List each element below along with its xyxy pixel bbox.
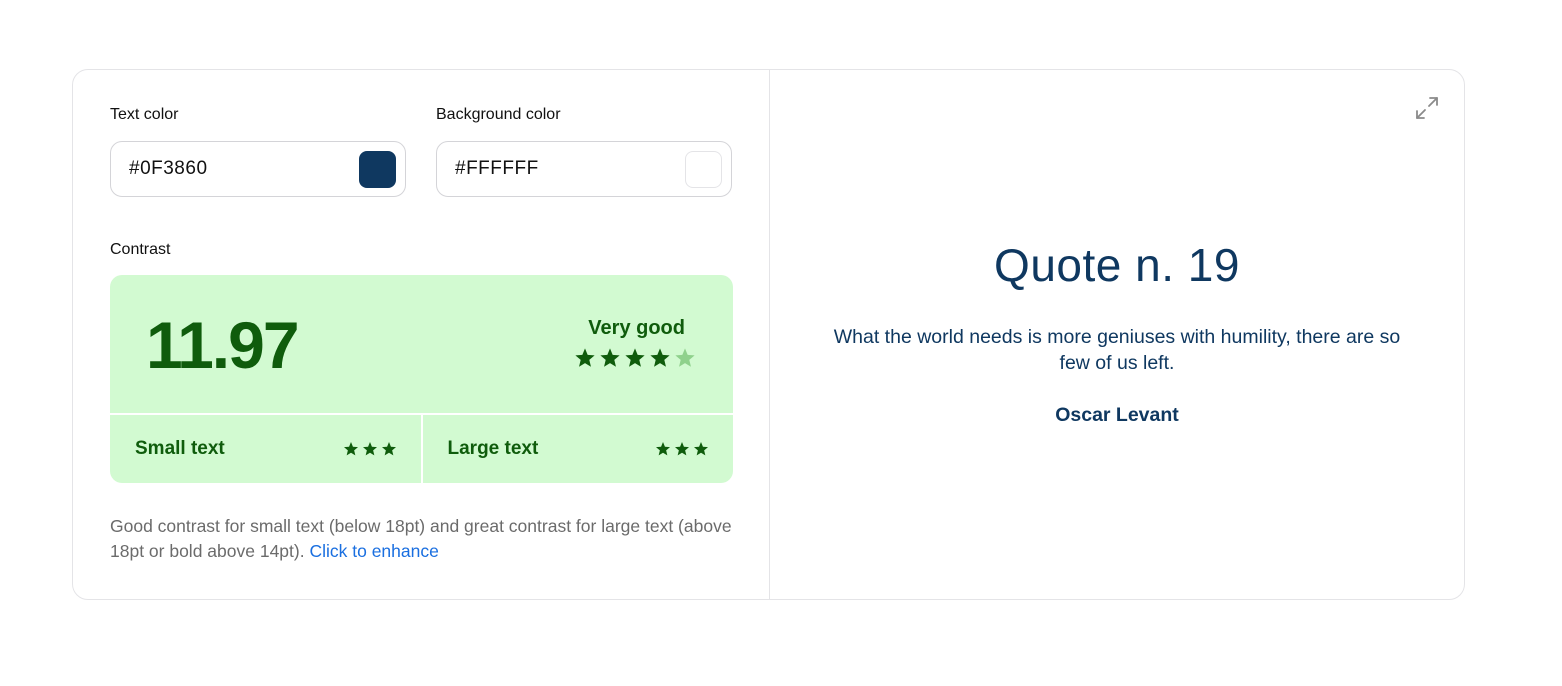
small-text-stars xyxy=(343,441,397,457)
rating-filled-star-icon xyxy=(575,348,595,367)
background-color-swatch[interactable] xyxy=(685,150,722,188)
rating-empty-star-icon xyxy=(675,348,695,367)
contrast-label: Contrast xyxy=(110,241,171,258)
expand-icon[interactable] xyxy=(1414,95,1440,121)
enhance-link[interactable]: Click to enhance xyxy=(309,541,438,561)
text-color-input-wrapper xyxy=(110,141,406,197)
large-text-rating: Large text xyxy=(422,415,733,483)
text-color-swatch[interactable] xyxy=(359,150,396,188)
large-text-label: Large text xyxy=(447,438,539,459)
contrast-summary: 11.97 Very good xyxy=(110,275,733,413)
contrast-checker-card: Text color Background color Contrast 11.… xyxy=(72,69,1465,600)
contrast-result: 11.97 Very good Small text Large text xyxy=(110,275,733,483)
rating-filled-star-icon xyxy=(600,348,620,367)
preview-panel: Quote n. 19 What the world needs is more… xyxy=(770,70,1464,599)
contrast-rating: Very good xyxy=(588,317,685,339)
quote-title: Quote n. 19 xyxy=(994,239,1240,291)
quote-author: Oscar Levant xyxy=(1055,404,1179,426)
text-color-input[interactable] xyxy=(127,157,331,181)
text-color-field: Text color xyxy=(110,106,406,197)
large-text-filled-star-icon xyxy=(675,442,689,456)
contrast-rating-stars xyxy=(574,347,696,369)
contrast-ratio: 11.97 xyxy=(146,308,300,382)
small-text-rating: Small text xyxy=(110,415,421,483)
small-text-filled-star-icon xyxy=(362,442,377,456)
small-text-filled-star-icon xyxy=(343,442,358,456)
contrast-breakdown: Small text Large text xyxy=(110,415,733,483)
controls-panel: Text color Background color Contrast 11.… xyxy=(73,70,770,599)
large-text-stars xyxy=(655,441,709,457)
background-color-label: Background color xyxy=(436,106,561,123)
quote-text: What the world needs is more geniuses wi… xyxy=(833,326,1401,374)
small-text-filled-star-icon xyxy=(381,442,396,456)
color-fields: Text color Background color xyxy=(110,106,733,197)
small-text-label: Small text xyxy=(135,438,225,459)
rating-filled-star-icon xyxy=(650,348,670,367)
rating-filled-star-icon xyxy=(625,348,645,367)
text-color-label: Text color xyxy=(110,106,179,123)
background-color-field: Background color xyxy=(436,106,732,197)
background-color-input-wrapper xyxy=(436,141,732,197)
large-text-filled-star-icon xyxy=(656,442,670,456)
contrast-description: Good contrast for small text (below 18pt… xyxy=(110,514,740,564)
large-text-filled-star-icon xyxy=(694,442,708,456)
background-color-input[interactable] xyxy=(453,157,657,181)
